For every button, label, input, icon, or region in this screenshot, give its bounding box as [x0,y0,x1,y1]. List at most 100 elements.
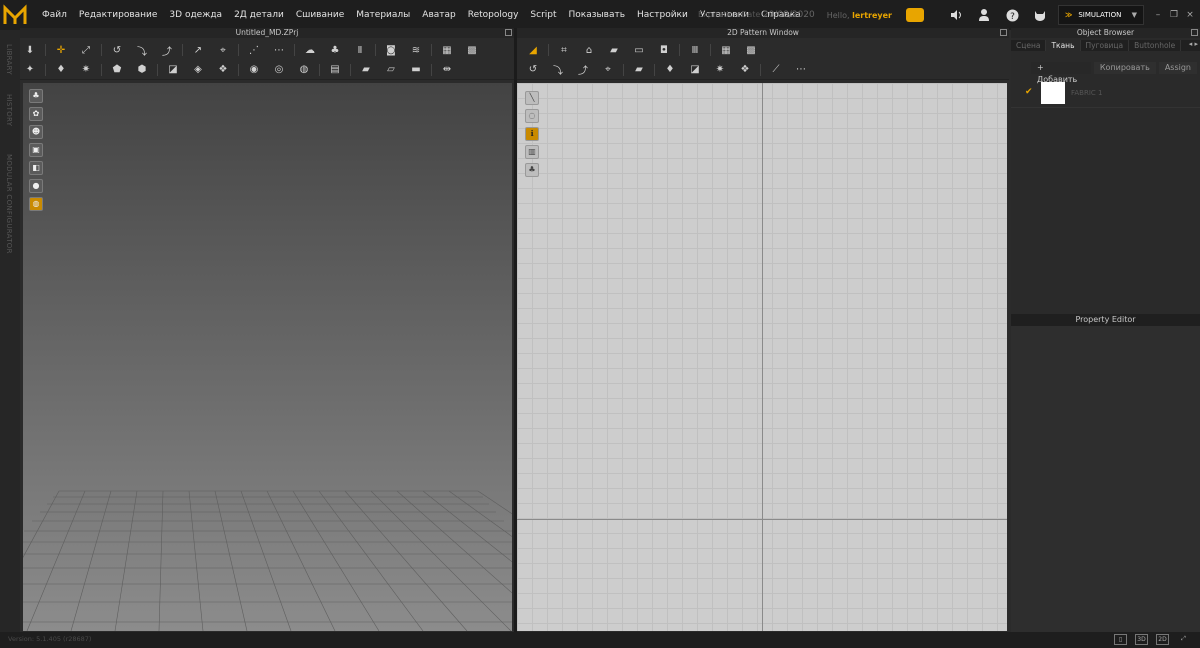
show-internal-icon[interactable]: ◌ [525,109,539,123]
texture-edit-icon[interactable]: ◪ [163,63,183,77]
cloud-sync-icon[interactable] [906,8,924,22]
show-fabric-icon[interactable]: ◧ [29,161,43,175]
menu-materials[interactable]: Материалы [350,0,416,30]
menu-script[interactable]: Script [524,0,562,30]
view-split-icon[interactable]: ▯ [1114,634,1127,645]
menu-file[interactable]: Файл [36,0,73,30]
buttonhole-icon[interactable]: ◎ [269,63,289,77]
rectangle-icon[interactable]: ▭ [629,43,649,57]
strengthen-icon[interactable]: ♦ [51,63,71,77]
show-pattern-icon[interactable]: ▣ [29,143,43,157]
line-tool-icon[interactable]: ⟋ [766,63,786,77]
select-move-icon[interactable]: ✛ [51,43,71,57]
pants-icon[interactable]: Ⅱ [350,43,370,57]
dashed-line-icon[interactable]: ⋯ [791,63,811,77]
tab-scroll-icon[interactable]: ◂ ▸ [1189,40,1200,51]
avatar-tool-icon[interactable]: ☁ [300,43,320,57]
fold-2d-icon[interactable]: ▰ [629,63,649,77]
show-texture-icon[interactable]: ✿ [29,107,43,121]
show-texture-2d-icon[interactable]: ♣ [525,163,539,177]
split-icon[interactable]: ⇹ [437,63,457,77]
graphic-icon[interactable]: ◈ [188,63,208,77]
view-3d-button[interactable]: 3D [1135,634,1148,645]
select-mesh-icon[interactable]: ⤢ [76,43,96,57]
button-tool-icon[interactable]: ◙ [381,43,401,57]
transform-pattern-icon[interactable]: ◢ [523,43,543,57]
menu-settings[interactable]: Настройки [631,0,694,30]
fold-arrangement-icon[interactable]: ↺ [107,43,127,57]
segment-sewing-2d-icon[interactable]: ⤵ [548,63,568,77]
segment-sewing-icon[interactable]: ⋯ [269,43,289,57]
tape-icon[interactable]: ▬ [406,63,426,77]
speaker-icon[interactable] [946,5,966,25]
tab-buttonhole[interactable]: Buttonhole [1129,40,1182,51]
show-mesh-icon[interactable]: ◍ [29,197,43,211]
grid-2d-icon[interactable]: ▦ [716,43,736,57]
md-logo-icon[interactable] [0,0,30,30]
mesh-grid-icon[interactable]: ▩ [462,43,482,57]
iron-icon[interactable]: ▰ [356,63,376,77]
view-2d-button[interactable]: 2D [1156,634,1169,645]
cat-icon[interactable] [1030,5,1050,25]
polygon-icon[interactable]: ▰ [604,43,624,57]
fabric-list-item[interactable]: ✔ FABRIC 1 [1011,78,1200,108]
undock-icon[interactable] [1000,29,1007,36]
knit-icon[interactable]: ❖ [213,63,233,77]
simulation-dropdown[interactable]: ≫ SIMULATION ▼ [1058,5,1144,25]
pin-icon[interactable]: ⌖ [213,43,233,57]
tab-fabric[interactable]: Ткань [1046,40,1081,51]
edit-point-icon[interactable]: ⌂ [579,43,599,57]
dart-icon[interactable]: Ⅲ [685,43,705,57]
simulation-toggle-icon[interactable]: ⬇ [20,43,40,57]
tab-scene[interactable]: Сцена [1011,40,1047,51]
menu-avatar[interactable]: Аватар [416,0,461,30]
knit-2d-icon[interactable]: ✷ [710,63,730,77]
texture-2d-icon[interactable]: ♦ [660,63,680,77]
mesh-2d-icon[interactable]: ▩ [741,43,761,57]
garment-icon[interactable]: ♣ [325,43,345,57]
menu-display[interactable]: Показывать [563,0,631,30]
tab-library[interactable]: LIBRARY [5,44,13,75]
menu-2d-pattern[interactable]: 2Д детали [228,0,290,30]
edit-pattern-icon[interactable]: ⌗ [554,43,574,57]
viewport-2d[interactable]: ╲ ◌ ℹ ▥ ♣ [517,83,1007,631]
menu-edit[interactable]: Редактирование [73,0,164,30]
help-icon[interactable]: ? [1002,5,1022,25]
edit-sewing-icon[interactable]: ⋰ [244,43,264,57]
tab-history[interactable]: HISTORY [5,94,13,126]
viewport-3d[interactable]: ♣ ✿ ☻ ▣ ◧ ● ◍ [23,83,512,631]
button-icon[interactable]: ◉ [244,63,264,77]
add-fabric-button[interactable]: + Добавить [1031,62,1091,84]
menu-3d-garment[interactable]: 3D одежда [163,0,228,30]
free-sewing-icon[interactable]: ⤴ [573,63,593,77]
close-icon[interactable]: × [1184,9,1196,21]
unfold-icon[interactable]: ⤴ [157,43,177,58]
user-icon[interactable] [974,5,994,25]
avatar-pose-icon[interactable]: ✦ [20,63,40,77]
show-avatar-skin-icon[interactable]: ● [29,179,43,193]
check-sewing-icon[interactable]: ⌖ [598,63,618,77]
internal-shape-icon[interactable]: ◘ [654,43,674,57]
fold-icon[interactable]: ⤵ [132,43,152,58]
arrangement-icon[interactable]: ⬟ [107,63,127,77]
puckering-2d-icon[interactable]: ❖ [735,63,755,77]
undock-icon[interactable] [1191,29,1198,36]
flatten-icon[interactable]: ⬢ [132,63,152,77]
zipper-icon[interactable]: ◍ [294,63,314,77]
view-uv-icon[interactable]: ⤢ [1177,634,1190,645]
show-garment-icon[interactable]: ♣ [29,89,43,103]
tuck-icon[interactable]: ↗ [188,43,208,57]
shrinkage-icon[interactable]: ✷ [76,63,96,77]
tab-modular-configurator[interactable]: MODULAR CONFIGURATOR [5,154,13,254]
copy-fabric-button[interactable]: Копировать [1093,62,1156,74]
grid-icon[interactable]: ▦ [437,43,457,57]
show-pattern-2d-icon[interactable]: ▥ [525,145,539,159]
show-info-icon[interactable]: ℹ [525,127,539,141]
measure-icon[interactable]: ▤ [325,63,345,77]
show-avatar-icon[interactable]: ☻ [29,125,43,139]
puckering-icon[interactable]: ▱ [381,63,401,77]
tab-button[interactable]: Пуговица [1081,40,1130,51]
show-line-icon[interactable]: ╲ [525,91,539,105]
assign-fabric-button[interactable]: Assign [1158,62,1197,74]
menu-sewing[interactable]: Сшивание [290,0,350,30]
